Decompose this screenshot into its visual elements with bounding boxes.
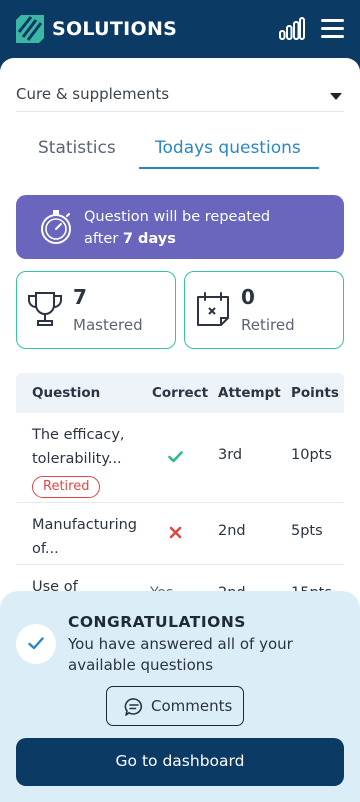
comments-button[interactable]: Comments (106, 686, 244, 726)
retired-card: 0 Retired (184, 271, 344, 349)
calendar-x-icon (197, 292, 229, 326)
mastered-count: 7 (73, 285, 87, 309)
table-row[interactable]: Manufacturing of... 2nd 5pts (16, 503, 344, 565)
mastered-card: 7 Mastered (16, 271, 176, 349)
stopwatch-icon (41, 210, 71, 244)
chevron-down-icon (330, 93, 342, 100)
signal-icon[interactable] (279, 17, 305, 41)
congrats-message: You have answered all of your available … (68, 635, 293, 674)
retired-count: 0 (241, 285, 255, 309)
tab-statistics[interactable]: Statistics (38, 138, 116, 158)
questions-table: Question Correct Attempt Points The effi… (16, 373, 344, 625)
category-select[interactable]: Cure & supplements (16, 58, 344, 112)
table-row[interactable]: The efficacy, tolerability... Retired 3r… (16, 413, 344, 503)
success-check-icon (16, 624, 56, 664)
attempt-value: 3rd (218, 447, 243, 463)
points-value: 5pts (291, 523, 323, 539)
tab-bar: Statistics Todays questions (16, 128, 344, 170)
question-text: Manufacturing of... (32, 517, 137, 557)
question-text: The efficacy, tolerability... (32, 427, 125, 467)
category-select-value: Cure & supplements (16, 85, 170, 103)
dashboard-label: Go to dashboard (115, 752, 245, 770)
table-header: Question Correct Attempt Points (16, 373, 344, 413)
check-icon (168, 451, 183, 463)
col-attempt: Attempt (218, 385, 281, 401)
brand-name: SOLUTIONS (52, 18, 178, 40)
comment-icon (124, 698, 143, 716)
go-to-dashboard-button[interactable]: Go to dashboard (16, 738, 344, 786)
status-badge: Retired (32, 476, 101, 498)
active-tab-indicator (139, 167, 319, 169)
comments-label: Comments (151, 697, 233, 715)
col-correct: Correct (152, 385, 209, 401)
menu-icon[interactable] (321, 19, 344, 39)
app-header: SOLUTIONS (0, 0, 360, 58)
banner-line1: Question will be repeated (84, 209, 271, 225)
banner-text: Question will be repeated after 7 days (84, 206, 270, 250)
retired-label: Retired (241, 316, 295, 334)
points-value: 10pts (291, 447, 332, 463)
col-points: Points (291, 385, 339, 401)
tab-todays-questions[interactable]: Todays questions (155, 138, 301, 158)
col-question: Question (32, 385, 101, 401)
mastered-label: Mastered (73, 316, 143, 334)
congratulations-sheet: CONGRATULATIONS You have answered all of… (0, 591, 360, 802)
trophy-icon (28, 292, 62, 326)
banner-days: 7 days (122, 231, 176, 247)
congrats-title: CONGRATULATIONS (68, 613, 246, 631)
banner-prefix: after (84, 231, 123, 247)
attempt-value: 2nd (218, 523, 246, 539)
repeat-info-banner: Question will be repeated after 7 days (16, 195, 344, 259)
logo-icon (16, 15, 44, 43)
cross-icon (169, 526, 182, 539)
